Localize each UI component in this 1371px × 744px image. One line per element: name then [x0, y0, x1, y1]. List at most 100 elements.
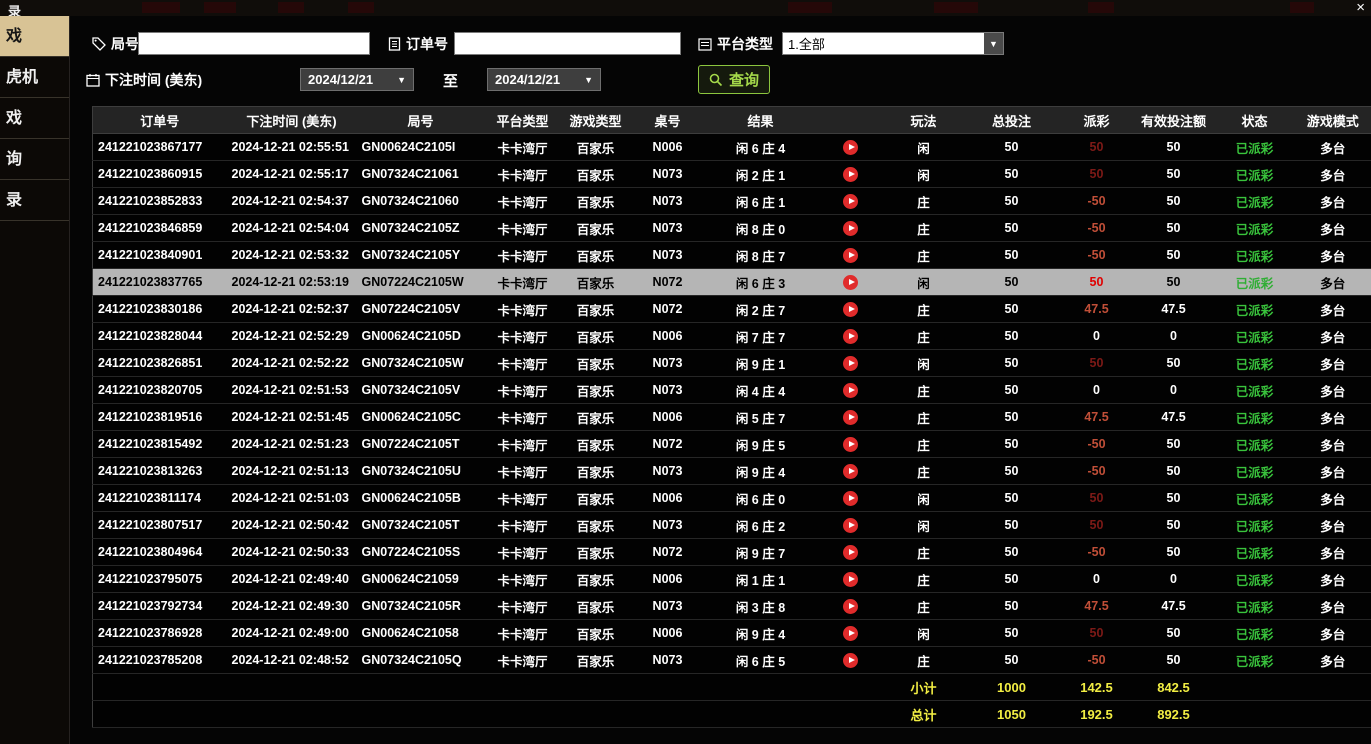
tag-icon [92, 37, 106, 51]
table-row[interactable]: 2412210238049642024-12-21 02:50:33GN0722… [93, 539, 1371, 566]
platform-type-value: 1.全部 [783, 33, 984, 54]
play-video-icon[interactable] [843, 140, 858, 155]
sidebar-item-4[interactable]: 录 [0, 180, 69, 221]
table-row[interactable]: 2412210238195162024-12-21 02:51:45GN0062… [93, 404, 1371, 431]
redacted-box [142, 2, 180, 13]
play-video-icon[interactable] [843, 599, 858, 614]
subtotal-row: 小计 1000 142.5 842.5 [93, 674, 1371, 701]
play-video-icon[interactable] [843, 437, 858, 452]
column-header: 下注时间 (美东) [227, 107, 357, 134]
table-row[interactable]: 2412210237852082024-12-21 02:48:52GN0732… [93, 647, 1371, 674]
date-from-value: 2024/12/21 [308, 72, 373, 87]
table-row[interactable]: 2412210237950752024-12-21 02:49:40GN0062… [93, 566, 1371, 593]
chevron-down-icon: ▼ [984, 33, 1003, 54]
table-row[interactable]: 2412210237869282024-12-21 02:49:00GN0062… [93, 620, 1371, 647]
grand-total-label: 总计 [885, 701, 963, 728]
play-video-icon[interactable] [843, 572, 858, 587]
play-video-icon[interactable] [843, 383, 858, 398]
play-video-icon[interactable] [843, 410, 858, 425]
play-video-icon[interactable] [843, 167, 858, 182]
order-id-input[interactable] [454, 32, 681, 55]
subtotal-label: 小计 [885, 674, 963, 701]
chevron-down-icon: ▼ [584, 75, 593, 85]
column-header: 平台类型 [485, 107, 561, 134]
play-video-icon[interactable] [843, 626, 858, 641]
table-header-row: 订单号下注时间 (美东)局号平台类型游戏类型桌号结果玩法总投注派彩有效投注额状态… [93, 107, 1371, 134]
date-to-select[interactable]: 2024/12/21 ▼ [487, 68, 601, 91]
list-icon [698, 38, 712, 51]
table-row[interactable]: 2412210238280442024-12-21 02:52:29GN0062… [93, 323, 1371, 350]
play-video-icon[interactable] [843, 653, 858, 668]
column-header: 游戏类型 [561, 107, 631, 134]
play-video-icon[interactable] [843, 302, 858, 317]
table-row[interactable]: 2412210238377652024-12-21 02:53:19GN0722… [93, 269, 1371, 296]
filter-panel: 局号 订单号 平台类型 1.全部 ▼ 下注时间 (美东) 2024/12/21 … [70, 16, 1371, 106]
grand-total-valid-bet: 892.5 [1133, 701, 1215, 728]
column-header: 有效投注额 [1133, 107, 1215, 134]
search-button[interactable]: 查询 [698, 65, 770, 94]
play-video-icon[interactable] [843, 518, 858, 533]
column-header: 结果 [705, 107, 817, 134]
close-icon[interactable]: × [1356, 0, 1365, 15]
table-row[interactable]: 2412210238301862024-12-21 02:52:37GN0722… [93, 296, 1371, 323]
document-icon [388, 37, 401, 51]
column-header: 状态 [1215, 107, 1295, 134]
sidebar-item-2[interactable]: 戏 [0, 98, 69, 139]
table-row[interactable]: 2412210238207052024-12-21 02:51:53GN0732… [93, 377, 1371, 404]
redacted-box [204, 2, 236, 13]
table-row[interactable]: 2412210237927342024-12-21 02:49:30GN0732… [93, 593, 1371, 620]
redacted-box [934, 2, 978, 13]
grand-total-row: 总计 1050 192.5 892.5 [93, 701, 1371, 728]
table-row[interactable]: 2412210238671772024-12-21 02:55:51GN0062… [93, 134, 1371, 161]
table-row[interactable]: 2412210238468592024-12-21 02:54:04GN0732… [93, 215, 1371, 242]
redacted-box [1290, 2, 1314, 13]
column-header: 游戏模式 [1295, 107, 1371, 134]
column-header: 玩法 [885, 107, 963, 134]
table-row[interactable]: 2412210238528332024-12-21 02:54:37GN0732… [93, 188, 1371, 215]
records-table-wrap: 订单号下注时间 (美东)局号平台类型游戏类型桌号结果玩法总投注派彩有效投注额状态… [92, 106, 1371, 728]
records-body: 2412210238671772024-12-21 02:55:51GN0062… [93, 134, 1371, 674]
play-video-icon[interactable] [843, 464, 858, 479]
bet-time-label: 下注时间 (美东) [86, 70, 202, 90]
table-row[interactable]: 2412210238154922024-12-21 02:51:23GN0722… [93, 431, 1371, 458]
sidebar: 戏虎机戏询录 [0, 16, 70, 744]
table-row[interactable]: 2412210238609152024-12-21 02:55:17GN0732… [93, 161, 1371, 188]
chevron-down-icon: ▼ [397, 75, 406, 85]
play-video-icon[interactable] [843, 356, 858, 371]
calendar-icon [86, 73, 100, 87]
column-header: 订单号 [93, 107, 227, 134]
platform-type-select[interactable]: 1.全部 ▼ [782, 32, 1004, 55]
window-topbar: 录 × [0, 0, 1371, 16]
play-video-icon[interactable] [843, 491, 858, 506]
grand-total-payout: 192.5 [1061, 701, 1133, 728]
grand-total-total-bet: 1050 [963, 701, 1061, 728]
sidebar-item-1[interactable]: 虎机 [0, 57, 69, 98]
subtotal-valid-bet: 842.5 [1133, 674, 1215, 701]
table-row[interactable]: 2412210238409012024-12-21 02:53:32GN0732… [93, 242, 1371, 269]
order-id-label: 订单号 [388, 34, 448, 54]
table-row[interactable]: 2412210238132632024-12-21 02:51:13GN0732… [93, 458, 1371, 485]
column-header: 桌号 [631, 107, 705, 134]
date-to-value: 2024/12/21 [495, 72, 560, 87]
sidebar-item-0[interactable]: 戏 [0, 16, 69, 57]
records-table: 订单号下注时间 (美东)局号平台类型游戏类型桌号结果玩法总投注派彩有效投注额状态… [92, 106, 1371, 728]
round-id-input[interactable] [138, 32, 370, 55]
date-from-select[interactable]: 2024/12/21 ▼ [300, 68, 414, 91]
play-video-icon[interactable] [843, 275, 858, 290]
column-header: 总投注 [963, 107, 1061, 134]
play-video-icon[interactable] [843, 221, 858, 236]
play-video-icon[interactable] [843, 194, 858, 209]
to-label: 至 [443, 70, 458, 91]
play-video-icon[interactable] [843, 329, 858, 344]
play-video-icon[interactable] [843, 545, 858, 560]
app-window: 录 × 戏虎机戏询录 局号 订单号 平台类型 1.全部 ▼ [0, 0, 1371, 744]
table-row[interactable]: 2412210238268512024-12-21 02:52:22GN0732… [93, 350, 1371, 377]
sidebar-item-3[interactable]: 询 [0, 139, 69, 180]
table-row[interactable]: 2412210238111742024-12-21 02:51:03GN0062… [93, 485, 1371, 512]
redacted-box [278, 2, 304, 13]
play-video-icon[interactable] [843, 248, 858, 263]
redacted-box [1088, 2, 1114, 13]
subtotal-payout: 142.5 [1061, 674, 1133, 701]
table-row[interactable]: 2412210238075172024-12-21 02:50:42GN0732… [93, 512, 1371, 539]
subtotal-total-bet: 1000 [963, 674, 1061, 701]
